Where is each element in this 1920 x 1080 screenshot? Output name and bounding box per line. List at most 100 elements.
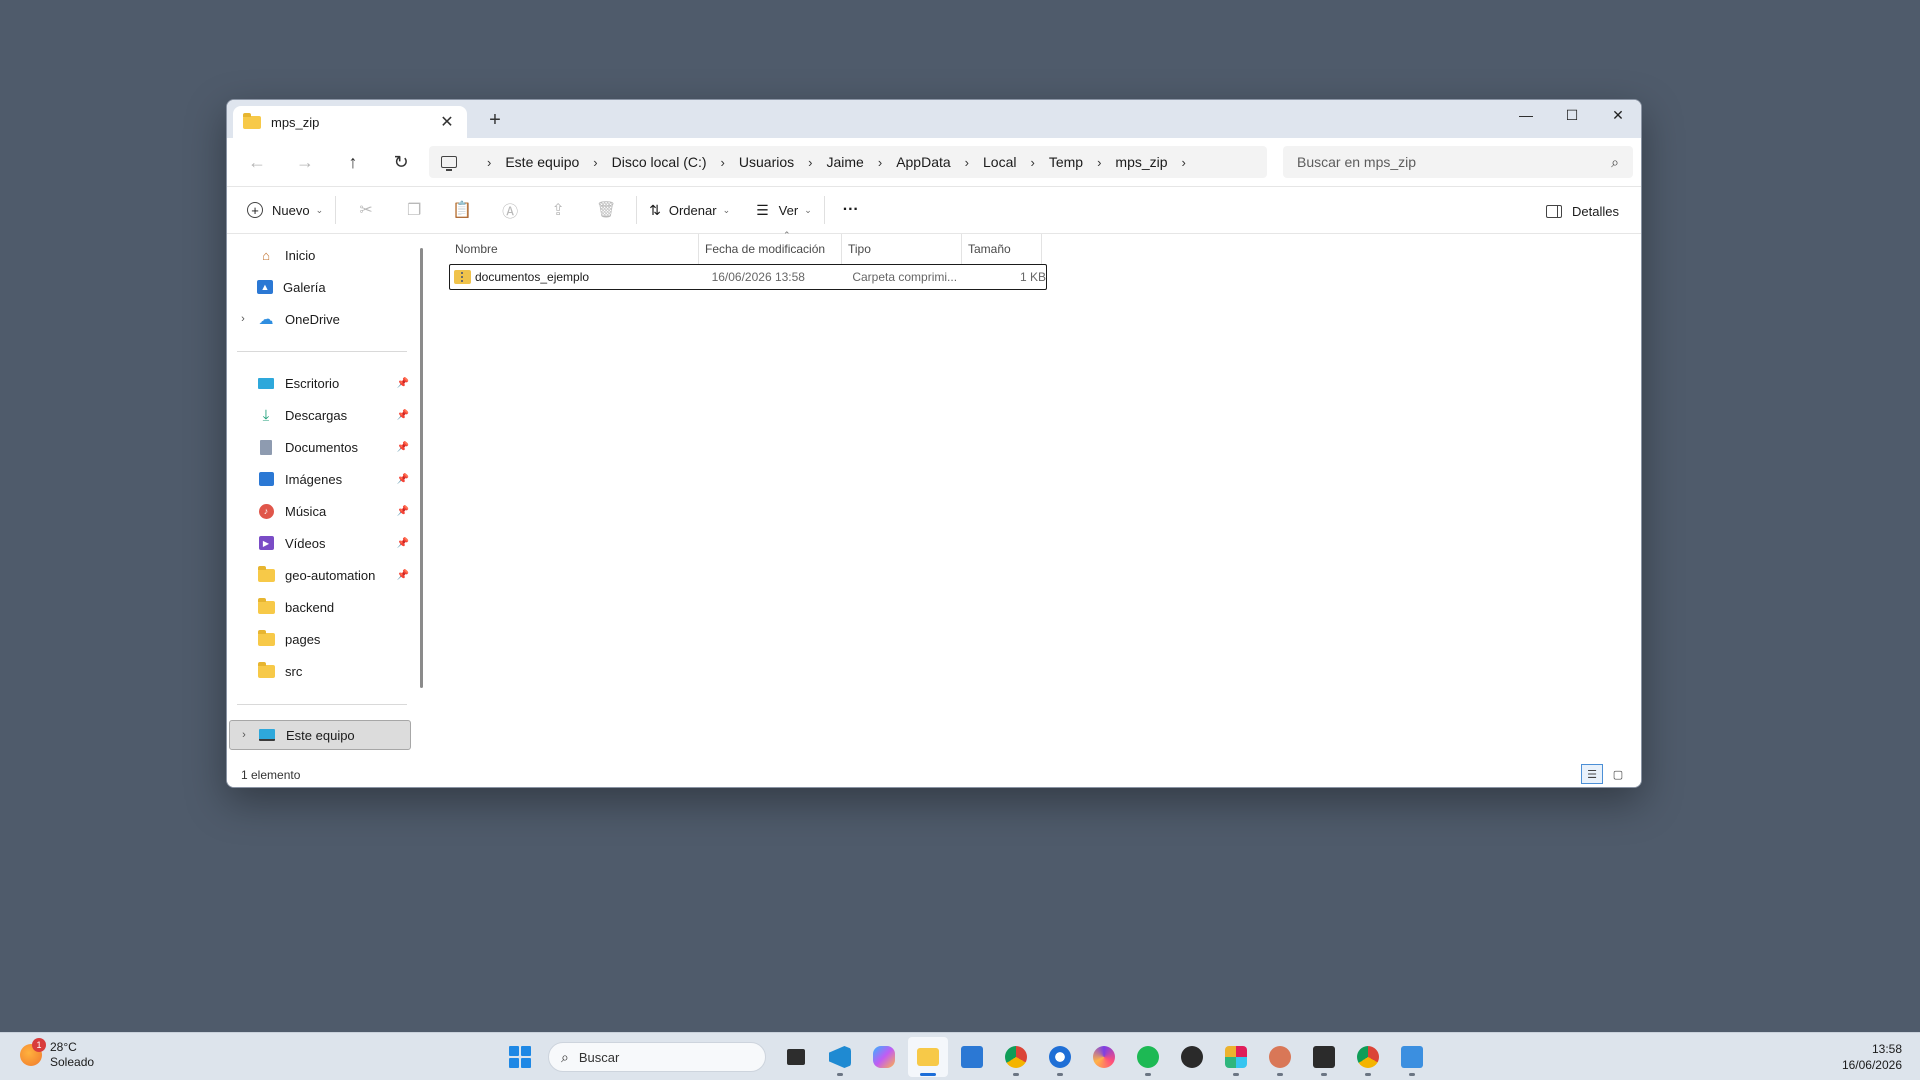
refresh-button[interactable]: ↻ bbox=[377, 144, 425, 180]
slack-icon[interactable] bbox=[1216, 1037, 1256, 1077]
breadcrumb-appdata[interactable]: AppData bbox=[896, 154, 950, 170]
copilot-icon[interactable] bbox=[864, 1037, 904, 1077]
search-icon: ⌕ bbox=[1611, 153, 1619, 170]
sidebar-item-label: Vídeos bbox=[285, 535, 326, 551]
taskbar-search-input[interactable]: ⌕ Buscar bbox=[548, 1042, 766, 1072]
breadcrumb-este-equipo[interactable]: Este equipo bbox=[505, 154, 579, 170]
breadcrumb-usuarios[interactable]: Usuarios bbox=[739, 154, 794, 170]
pin-icon[interactable]: 📌 bbox=[395, 506, 411, 517]
browser-icon[interactable] bbox=[1084, 1037, 1124, 1077]
chevron-right-icon[interactable]: › bbox=[1182, 155, 1186, 170]
sidebar-item-label: Imágenes bbox=[285, 471, 343, 487]
sidebar-item-backend[interactable]: backend bbox=[229, 592, 411, 622]
file-explorer-icon[interactable] bbox=[908, 1037, 948, 1077]
claude-icon[interactable] bbox=[1260, 1037, 1300, 1077]
chevron-right-icon[interactable]: › bbox=[1030, 155, 1034, 170]
sidebar-item-documentos[interactable]: Documentos 📌 bbox=[229, 432, 411, 462]
pin-icon[interactable]: 📌 bbox=[395, 378, 411, 389]
forward-button[interactable]: → bbox=[281, 144, 329, 180]
column-header-tipo[interactable]: Tipo bbox=[842, 234, 962, 264]
spotify-icon[interactable] bbox=[1128, 1037, 1168, 1077]
tab-close-button[interactable]: ✕ bbox=[437, 112, 457, 132]
sidebar-item-onedrive[interactable]: › ☁ OneDrive bbox=[229, 304, 411, 334]
chrome-icon[interactable] bbox=[996, 1037, 1036, 1077]
pin-icon[interactable]: 📌 bbox=[395, 474, 411, 485]
breadcrumb-jaime[interactable]: Jaime bbox=[826, 154, 863, 170]
view-toggle: ☰ ▢ bbox=[1581, 764, 1629, 784]
cut-icon[interactable]: ✂ bbox=[342, 194, 390, 226]
chevron-right-icon[interactable]: › bbox=[965, 155, 969, 170]
sidebar-item-descargas[interactable]: ⤓ Descargas 📌 bbox=[229, 400, 411, 430]
share-icon[interactable]: ⇪ bbox=[534, 194, 582, 226]
copy-icon[interactable]: ❐ bbox=[390, 194, 438, 226]
sidebar-item-escritorio[interactable]: Escritorio 📌 bbox=[229, 368, 411, 398]
column-header-tamano[interactable]: Tamaño bbox=[962, 234, 1042, 264]
sidebar-item-galeria[interactable]: ▲ Galería bbox=[229, 272, 411, 302]
remote-desktop-icon[interactable] bbox=[1392, 1037, 1432, 1077]
pictures-icon bbox=[257, 471, 275, 487]
tab-mps-zip[interactable]: mps_zip ✕ bbox=[233, 106, 467, 138]
table-row[interactable]: documentos_ejemplo 16/06/2026 13:58 Carp… bbox=[449, 264, 1047, 290]
chevron-right-icon[interactable]: › bbox=[808, 155, 812, 170]
pin-icon[interactable]: 📌 bbox=[395, 442, 411, 453]
chrome-profile-icon[interactable] bbox=[1348, 1037, 1388, 1077]
address-bar[interactable]: › Este equipo › Disco local (C:) › Usuar… bbox=[429, 146, 1267, 178]
sidebar-item-geo-automation[interactable]: geo-automation 📌 bbox=[229, 560, 411, 590]
breadcrumb-local[interactable]: Local bbox=[983, 154, 1016, 170]
sidebar-item-videos[interactable]: ▶ Vídeos 📌 bbox=[229, 528, 411, 558]
sidebar-item-src[interactable]: src bbox=[229, 656, 411, 686]
more-options-button[interactable]: ··· bbox=[831, 194, 871, 226]
up-button[interactable]: ↑ bbox=[329, 144, 377, 180]
paste-icon[interactable]: 📋 bbox=[438, 194, 486, 226]
clock[interactable]: 13:58 16/06/2026 bbox=[1842, 1041, 1902, 1073]
weather-widget[interactable]: 1 28°C Soleado bbox=[20, 1038, 95, 1070]
start-button[interactable] bbox=[500, 1037, 540, 1077]
chevron-right-icon[interactable]: › bbox=[721, 155, 725, 170]
column-header-nombre[interactable]: Nombre bbox=[449, 234, 699, 264]
search-input[interactable]: Buscar en mps_zip ⌕ bbox=[1283, 146, 1633, 178]
store-icon[interactable] bbox=[952, 1037, 992, 1077]
breadcrumb-temp[interactable]: Temp bbox=[1049, 154, 1083, 170]
maximize-button[interactable]: ☐ bbox=[1549, 100, 1595, 130]
sidebar-item-imagenes[interactable]: Imágenes 📌 bbox=[229, 464, 411, 494]
new-button[interactable]: + Nuevo ⌄ bbox=[241, 194, 329, 226]
status-bar: 1 elemento ☰ ▢ bbox=[227, 762, 1641, 787]
tiles-view-icon[interactable]: ▢ bbox=[1607, 764, 1629, 784]
chevron-right-icon[interactable]: › bbox=[230, 729, 258, 741]
sort-label: Ordenar bbox=[668, 202, 717, 218]
pin-icon[interactable]: 📌 bbox=[395, 410, 411, 421]
sidebar-item-pages[interactable]: pages bbox=[229, 624, 411, 654]
new-tab-button[interactable]: + bbox=[483, 109, 507, 132]
delete-icon[interactable]: 🗑 bbox=[582, 194, 630, 226]
rename-icon[interactable]: Ⓐ bbox=[486, 194, 534, 226]
task-view-icon[interactable] bbox=[776, 1037, 816, 1077]
breadcrumb-mps-zip[interactable]: mps_zip bbox=[1115, 154, 1167, 170]
terminal-icon[interactable] bbox=[1304, 1037, 1344, 1077]
chevron-right-icon[interactable]: › bbox=[878, 155, 882, 170]
weather-description: Soleado bbox=[50, 1055, 95, 1069]
folder-icon bbox=[257, 661, 275, 679]
back-button[interactable]: ← bbox=[233, 144, 281, 180]
details-button[interactable]: Detalles bbox=[1546, 195, 1619, 227]
thunderbird-icon[interactable] bbox=[1040, 1037, 1080, 1077]
breadcrumb-disco-local[interactable]: Disco local (C:) bbox=[612, 154, 707, 170]
minimize-button[interactable]: — bbox=[1503, 100, 1549, 130]
music-icon: ♪ bbox=[257, 503, 275, 519]
sidebar-scrollbar[interactable] bbox=[420, 248, 423, 688]
chevron-right-icon[interactable]: › bbox=[1097, 155, 1101, 170]
inkscape-icon[interactable] bbox=[1172, 1037, 1212, 1077]
sidebar-item-este-equipo[interactable]: › Este equipo bbox=[229, 720, 411, 750]
sort-button[interactable]: ⇅ Ordenar ⌄ bbox=[643, 194, 736, 226]
close-button[interactable]: ✕ bbox=[1595, 100, 1641, 130]
column-header-fecha[interactable]: Fecha de modificación bbox=[699, 234, 842, 264]
details-view-icon[interactable]: ☰ bbox=[1581, 764, 1603, 784]
chevron-right-icon[interactable]: › bbox=[229, 313, 257, 325]
taskbar-search-placeholder: Buscar bbox=[578, 1049, 620, 1065]
chevron-right-icon[interactable]: › bbox=[593, 155, 597, 170]
sidebar-item-musica[interactable]: ♪ Música 📌 bbox=[229, 496, 411, 526]
pin-icon[interactable]: 📌 bbox=[395, 570, 411, 581]
view-button[interactable]: ☰ Ver ⌄ bbox=[750, 194, 818, 226]
sidebar-item-inicio[interactable]: ⌂ Inicio bbox=[229, 240, 411, 270]
pin-icon[interactable]: 📌 bbox=[395, 538, 411, 549]
vscode-icon[interactable] bbox=[820, 1037, 860, 1077]
